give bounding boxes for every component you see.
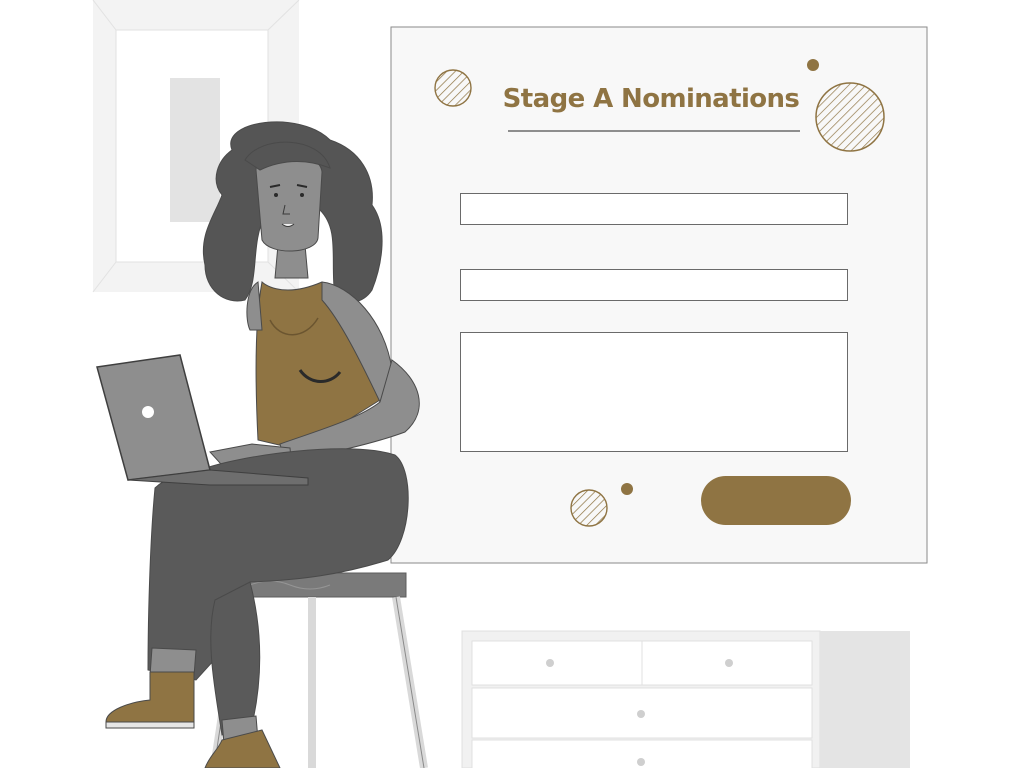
dot-icon xyxy=(807,59,819,71)
dot-icon xyxy=(621,483,633,495)
nomination-message-area[interactable] xyxy=(460,332,848,452)
nomination-field-2[interactable] xyxy=(460,269,848,301)
cabinet xyxy=(461,630,910,768)
hatched-circle-icon xyxy=(570,489,608,527)
form-title: Stage A Nominations xyxy=(502,84,800,114)
submit-button[interactable] xyxy=(701,476,851,525)
hatched-circle-icon xyxy=(434,69,472,107)
nomination-field-1[interactable] xyxy=(460,193,848,225)
